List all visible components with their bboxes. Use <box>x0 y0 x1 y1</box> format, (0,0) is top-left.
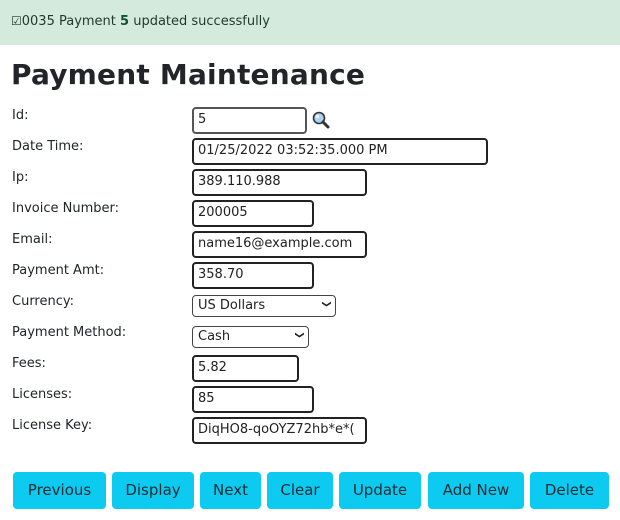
id-label: Id: <box>12 108 29 123</box>
email-label: Email: <box>12 232 53 247</box>
previous-button[interactable]: Previous <box>13 472 106 509</box>
payment-method-label: Payment Method: <box>12 325 127 340</box>
invoice-number-input[interactable]: 200005 <box>192 200 314 227</box>
alert-payment-id: 5 <box>120 14 130 29</box>
add-new-button[interactable]: Add New <box>428 472 524 509</box>
magnifier-icon[interactable] <box>311 110 331 130</box>
fees-input[interactable]: 5.82 <box>192 355 299 382</box>
ip-label: Ip: <box>12 170 29 185</box>
ip-input[interactable]: 389.110.988 <box>192 169 367 196</box>
success-alert: ☑0035 Payment 5 updated successfully <box>0 0 620 45</box>
licenses-label: Licenses: <box>12 387 73 402</box>
invoice-number-label: Invoice Number: <box>12 201 119 216</box>
chevron-down-icon: ❯ <box>294 331 305 339</box>
payment-method-select[interactable]: Cash ❯ <box>192 326 309 348</box>
checkbox-checked-icon: ☑ <box>11 14 22 28</box>
payment-method-selected: Cash <box>198 329 231 344</box>
email-input[interactable]: name16@example.com <box>192 231 367 258</box>
license-key-label: License Key: <box>12 418 93 433</box>
delete-button[interactable]: Delete <box>530 472 609 509</box>
payment-amt-label: Payment Amt: <box>12 263 105 278</box>
license-key-input[interactable]: DiqHO8-qoOYZ72hb*e*( <box>192 417 367 444</box>
fees-label: Fees: <box>12 356 46 371</box>
alert-prefix: 0035 Payment <box>21 14 121 29</box>
licenses-input[interactable]: 85 <box>192 386 314 413</box>
clear-button[interactable]: Clear <box>267 472 333 509</box>
next-button[interactable]: Next <box>200 472 261 509</box>
chevron-down-icon: ❯ <box>321 300 332 308</box>
payment-amt-input[interactable]: 358.70 <box>192 262 314 289</box>
display-button[interactable]: Display <box>112 472 194 509</box>
currency-label: Currency: <box>12 294 75 309</box>
date-time-label: Date Time: <box>12 139 84 154</box>
date-time-input[interactable]: 01/25/2022 03:52:35.000 PM <box>192 138 488 165</box>
id-input[interactable]: 5 <box>192 107 307 134</box>
currency-selected: US Dollars <box>198 298 266 313</box>
alert-suffix: updated successfully <box>129 14 270 29</box>
update-button[interactable]: Update <box>339 472 421 509</box>
currency-select[interactable]: US Dollars ❯ <box>192 295 336 317</box>
page-title: Payment Maintenance <box>11 58 366 91</box>
